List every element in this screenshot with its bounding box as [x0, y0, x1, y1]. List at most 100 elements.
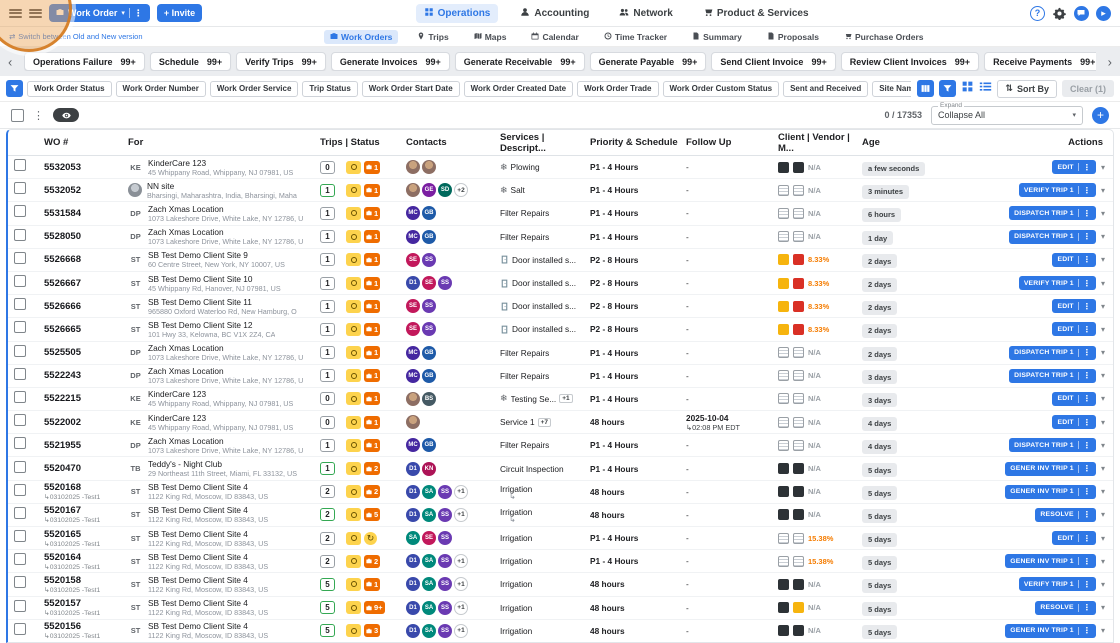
- row-expand-caret[interactable]: ▾: [1101, 626, 1105, 635]
- menu-icon[interactable]: [9, 9, 22, 18]
- trips-count[interactable]: 1: [320, 323, 335, 336]
- trips-count[interactable]: 2: [320, 555, 335, 568]
- wo-number[interactable]: 5526665: [44, 324, 128, 335]
- tab-trips[interactable]: Trips: [411, 30, 454, 44]
- trips-count[interactable]: 2: [320, 532, 335, 545]
- col-age[interactable]: Age: [862, 137, 974, 148]
- row-expand-caret[interactable]: ▾: [1101, 348, 1105, 357]
- row-checkbox[interactable]: [14, 229, 26, 241]
- contacts[interactable]: MCGB: [406, 206, 500, 220]
- wo-number[interactable]: 5526666: [44, 301, 128, 312]
- action-menu-dots[interactable]: ⋮: [1083, 371, 1091, 380]
- pipeline-tab-generate-receivable[interactable]: Generate Receivable99+: [455, 52, 585, 71]
- trips-count[interactable]: 0: [320, 416, 335, 429]
- wo-number[interactable]: 5522002: [44, 417, 128, 428]
- action-menu-dots[interactable]: ⋮: [1083, 487, 1091, 496]
- table-row[interactable]: 5528050 DPZach Xmas Location1073 Lakesho…: [8, 226, 1113, 249]
- row-expand-caret[interactable]: ▾: [1101, 487, 1105, 496]
- work-order-menu-dots[interactable]: ⋮: [134, 8, 143, 19]
- table-row[interactable]: 5531584 DPZach Xmas Location1073 Lakesho…: [8, 202, 1113, 225]
- wo-number[interactable]: 5526667: [44, 278, 128, 289]
- clear-filters-button[interactable]: Clear (1): [1062, 80, 1114, 97]
- grid-view-icon[interactable]: [961, 80, 974, 98]
- action-menu-dots[interactable]: ⋮: [1083, 464, 1091, 473]
- switch-version-link[interactable]: ⇄ Switch between Old and New version: [9, 32, 143, 41]
- row-checkbox[interactable]: [14, 275, 26, 287]
- table-row[interactable]: 5522002 KEKinderCare 12345 Whippany Road…: [8, 411, 1113, 434]
- invite-button[interactable]: + Invite: [157, 4, 202, 22]
- wo-number[interactable]: 5525505: [44, 347, 128, 358]
- row-expand-caret[interactable]: ▾: [1101, 534, 1105, 543]
- row-expand-caret[interactable]: ▾: [1101, 302, 1105, 311]
- trips-count[interactable]: 0: [320, 392, 335, 405]
- row-checkbox[interactable]: [14, 414, 26, 426]
- wo-number[interactable]: 5522215: [44, 393, 128, 404]
- row-checkbox[interactable]: [14, 461, 26, 473]
- table-row[interactable]: 5526667 STSB Test Demo Client Site 1045 …: [8, 272, 1113, 295]
- row-checkbox[interactable]: [14, 507, 26, 519]
- table-row[interactable]: 5525505 DPZach Xmas Location1073 Lakesho…: [8, 342, 1113, 365]
- filter-chip-work-order-status[interactable]: Work Order Status: [27, 81, 112, 97]
- nav-product-services[interactable]: Product & Services: [695, 4, 817, 23]
- wo-number[interactable]: 5532052: [44, 185, 128, 196]
- table-row[interactable]: 5520168↳03102025 -Test1 STSB Test Demo C…: [8, 481, 1113, 504]
- table-row[interactable]: 5520165↳03102025 -Test1 STSB Test Demo C…: [8, 527, 1113, 550]
- pipeline-scroll-right-icon[interactable]: ›: [1108, 54, 1112, 69]
- row-checkbox[interactable]: [14, 252, 26, 264]
- filter-chip-site-name[interactable]: Site Name: [872, 81, 911, 97]
- trips-count[interactable]: 1: [320, 230, 335, 243]
- action-button[interactable]: EDIT⋮: [1052, 531, 1096, 545]
- filter-chip-work-order-created-date[interactable]: Work Order Created Date: [464, 81, 573, 97]
- pipeline-tab-operations-failure[interactable]: Operations Failure99+: [24, 52, 145, 71]
- pipeline-tab-receive-payments[interactable]: Receive Payments99+: [984, 52, 1096, 71]
- trips-count[interactable]: 1: [320, 277, 335, 290]
- contacts[interactable]: D1SESS: [406, 276, 500, 290]
- play-icon[interactable]: ▸: [1096, 6, 1111, 21]
- action-menu-dots[interactable]: ⋮: [1083, 557, 1091, 566]
- table-row[interactable]: 5520470 TBTeddy's - Night Club29 Northea…: [8, 457, 1113, 480]
- trips-count[interactable]: 0: [320, 161, 335, 174]
- action-button[interactable]: DISPATCH TRIP 1⋮: [1009, 369, 1096, 383]
- nav-operations[interactable]: Operations: [416, 4, 499, 23]
- filter-chip-work-order-trade[interactable]: Work Order Trade: [577, 81, 658, 97]
- action-button[interactable]: VERIFY TRIP 1⋮: [1019, 577, 1096, 591]
- contacts[interactable]: D1SASS+1: [406, 601, 500, 615]
- wo-number[interactable]: 5520168: [44, 482, 128, 493]
- filter-funnel-button[interactable]: [6, 80, 23, 97]
- row-expand-caret[interactable]: ▾: [1101, 255, 1105, 264]
- action-button[interactable]: RESOLVE⋮: [1035, 601, 1096, 615]
- pipeline-tab-review-client-invoices[interactable]: Review Client Invoices99+: [841, 52, 979, 71]
- row-checkbox[interactable]: [14, 182, 26, 194]
- wo-number[interactable]: 5520164: [44, 552, 128, 563]
- table-row[interactable]: 5532052 NN siteBharsingi, Maharashtra, I…: [8, 179, 1113, 202]
- filter-chip-work-order-number[interactable]: Work Order Number: [116, 81, 206, 97]
- expand-collapse-dropdown[interactable]: Expand Collapse All ▾: [931, 106, 1083, 125]
- row-expand-caret[interactable]: ▾: [1101, 464, 1105, 473]
- action-menu-dots[interactable]: ⋮: [1083, 534, 1091, 543]
- action-menu-dots[interactable]: ⋮: [1083, 348, 1091, 357]
- action-menu-dots[interactable]: ⋮: [1083, 580, 1091, 589]
- select-all-checkbox[interactable]: [11, 109, 24, 122]
- action-button[interactable]: GENER INV TRIP 1⋮: [1005, 485, 1096, 499]
- row-expand-caret[interactable]: ▾: [1101, 418, 1105, 427]
- filter-chip-trip-status[interactable]: Trip Status: [302, 81, 357, 97]
- row-checkbox[interactable]: [14, 437, 26, 449]
- pipeline-tab-schedule[interactable]: Schedule99+: [150, 52, 231, 71]
- action-button[interactable]: EDIT⋮: [1052, 299, 1096, 313]
- contacts[interactable]: SESS: [406, 253, 500, 267]
- row-checkbox[interactable]: [14, 159, 26, 171]
- tab-time-tracker[interactable]: Time Tracker: [598, 30, 673, 44]
- apps-menu-icon[interactable]: [29, 9, 42, 18]
- trips-count[interactable]: 1: [320, 207, 335, 220]
- filter-chip-work-order-service[interactable]: Work Order Service: [210, 81, 299, 97]
- table-row[interactable]: 5520158↳03102025 -Test1 STSB Test Demo C…: [8, 573, 1113, 596]
- table-row[interactable]: 5532053 KEKinderCare 12345 Whippany Road…: [8, 156, 1113, 179]
- trips-count[interactable]: 1: [320, 462, 335, 475]
- action-button[interactable]: GENER INV TRIP 1⋮: [1005, 624, 1096, 638]
- action-menu-dots[interactable]: ⋮: [1083, 232, 1091, 241]
- action-menu-dots[interactable]: ⋮: [1083, 209, 1091, 218]
- list-view-icon[interactable]: [979, 80, 992, 98]
- trips-count[interactable]: 5: [320, 578, 335, 591]
- row-checkbox[interactable]: [14, 205, 26, 217]
- row-checkbox[interactable]: [14, 368, 26, 380]
